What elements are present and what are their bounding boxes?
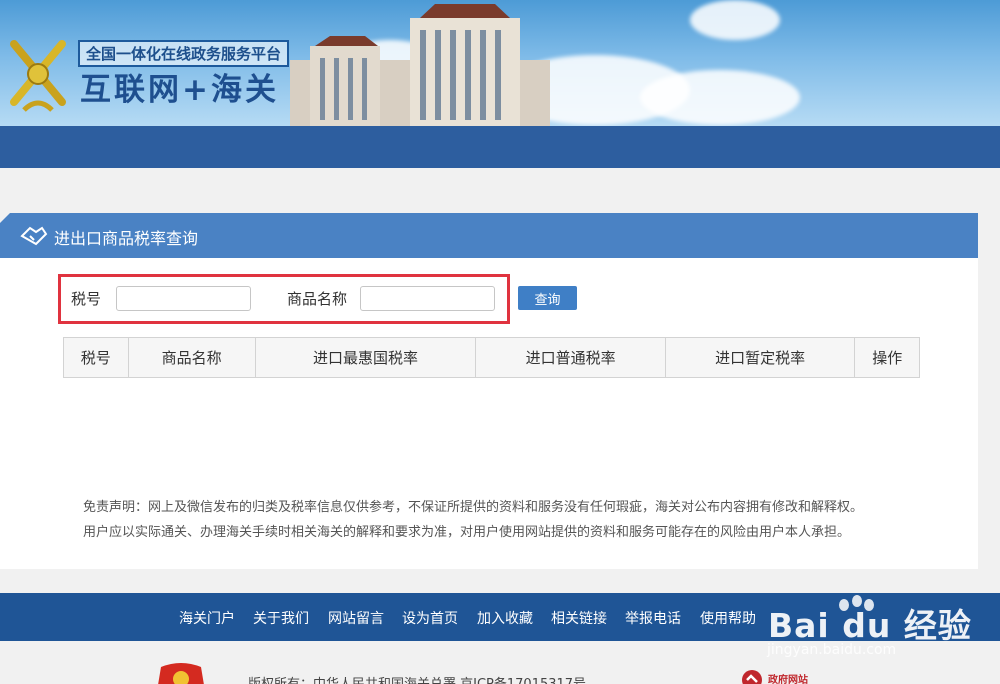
panel-header: 进出口商品税率查询 [0,213,978,258]
handshake-icon [20,226,48,246]
footer-link-feedback[interactable]: 网站留言 [328,608,384,628]
cloud-decoration [690,0,780,40]
product-name-label: 商品名称 [287,290,348,308]
column-mfn-rate: 进口最惠国税率 [254,337,477,378]
copyright-text: 版权所有：中华人民共和国海关总署 京ICP备17015317号 [248,673,586,684]
platform-slogan: 全国一体化在线政务服务平台 [78,40,290,67]
customs-building-image [290,4,550,126]
site-title: 互联网+海关 [80,72,279,108]
query-button[interactable]: 查询 [518,286,577,310]
customs-logo-icon [10,40,66,112]
disclaimer-line-2: 用户应以实际通关、办理海关手续时相关海关的解释和要求为准，对用户使用网站提供的资… [83,525,851,540]
tariff-query-panel: 进出口商品税率查询 税号 商品名称 查询 税号 商品名称 进口最惠国税率 进口普… [0,213,978,569]
disclaimer-line-1: 免责声明：网上及微信发布的归类及税率信息仅供参考，不保证所提供的资料和服务没有任… [83,500,864,515]
main-navbar [0,126,1000,168]
footer-link-customs-portal[interactable]: 海关门户 [179,608,235,628]
party-emblem-icon [158,663,204,684]
footer-link-add-favorite[interactable]: 加入收藏 [477,608,533,628]
baidu-watermark-text: Bai du 经验 [768,606,972,645]
header-banner: 全国一体化在线政务服务平台 互联网+海关 [0,0,1000,126]
tax-number-input[interactable] [116,286,251,311]
cloud-decoration [640,70,800,125]
footer-link-about-us[interactable]: 关于我们 [253,608,309,628]
panel-title: 进出口商品税率查询 [54,229,199,248]
footer-link-report-phone[interactable]: 举报电话 [625,608,681,628]
footer-link-help[interactable]: 使用帮助 [700,608,756,628]
column-provisional-rate: 进口暂定税率 [664,337,856,378]
column-product-name: 商品名称 [127,337,256,378]
tariff-results-table: 税号 商品名称 进口最惠国税率 进口普通税率 进口暂定税率 操作 [63,337,920,378]
tax-number-label: 税号 [71,290,102,308]
baidu-watermark-url: jingyan.baidu.com [767,642,897,658]
footer-link-set-homepage[interactable]: 设为首页 [402,608,458,628]
footer-link-related-links[interactable]: 相关链接 [551,608,607,628]
column-general-rate: 进口普通税率 [475,337,666,378]
column-tax-number: 税号 [63,337,129,378]
column-action: 操作 [854,337,920,378]
table-header-row: 税号 商品名称 进口最惠国税率 进口普通税率 进口暂定税率 操作 [63,337,920,378]
gov-website-badge-text: 政府网站 [768,675,808,684]
product-name-input[interactable] [360,286,495,311]
